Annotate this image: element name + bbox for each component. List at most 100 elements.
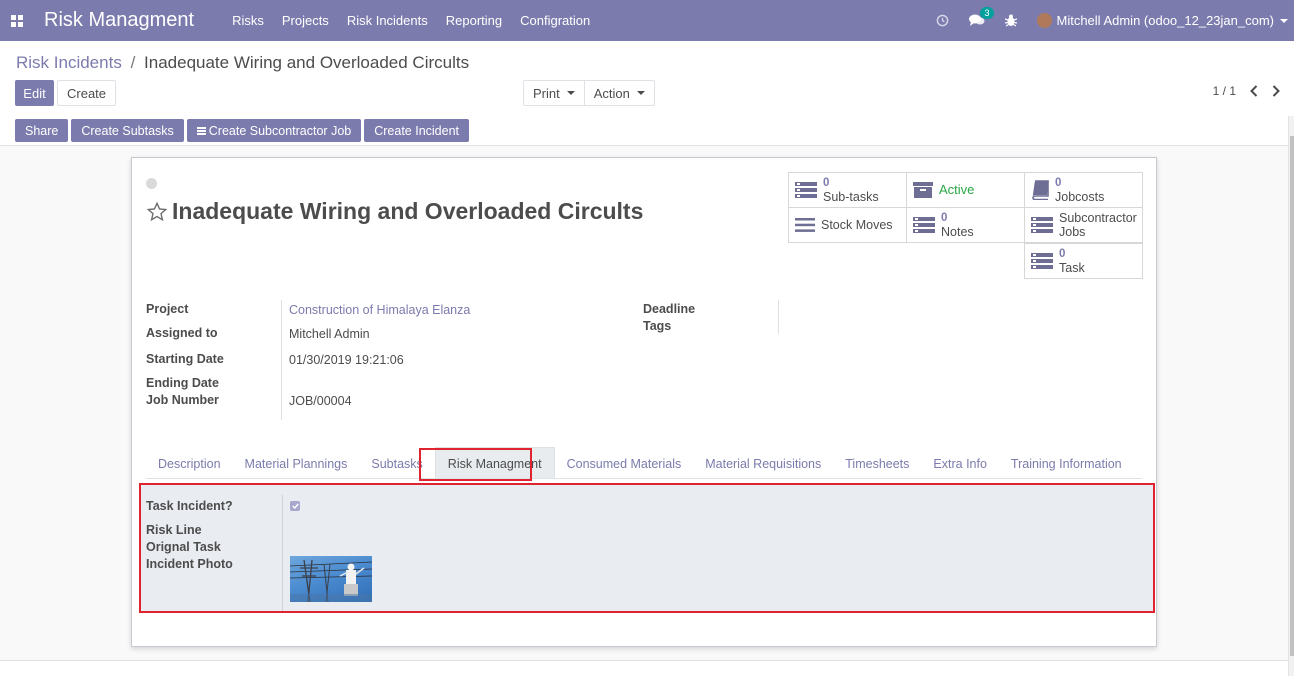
archive-icon (913, 182, 933, 198)
record-title-row: Inadequate Wiring and Overloaded Circult… (146, 198, 643, 225)
book-icon (1032, 180, 1049, 200)
task-icon (1031, 253, 1053, 269)
subcontractor-jobs-label-1: Subcontractor (1059, 211, 1137, 225)
list-icon (196, 126, 206, 135)
stock-moves-label: Stock Moves (821, 218, 893, 232)
pager-value[interactable]: 1 / 1 (1213, 84, 1236, 98)
menu-projects[interactable]: Projects (282, 13, 329, 28)
notebook-tabs: Description Material Plannings Subtasks … (146, 447, 1142, 479)
assigned-to-label: Assigned to (146, 326, 218, 340)
apps-menu-icon[interactable] (2, 0, 32, 41)
ending-date-label: Ending Date (146, 376, 219, 390)
subcontractor-jobs-smart-button[interactable]: Subcontractor Jobs (1024, 207, 1143, 243)
active-tab-highlight (419, 448, 532, 481)
sidebar-dropdowns: Print Action (523, 80, 655, 106)
menu-reporting[interactable]: Reporting (446, 13, 502, 28)
task-incident-checkbox[interactable] (290, 501, 300, 511)
tab-material-plannings[interactable]: Material Plannings (233, 447, 360, 478)
tab-extra-info[interactable]: Extra Info (921, 447, 999, 478)
pager-next-icon[interactable] (1272, 85, 1280, 97)
jobcosts-count: 0 (1055, 177, 1062, 189)
app-brand[interactable]: Risk Managment (44, 9, 194, 32)
assigned-to-value[interactable]: Mitchell Admin (289, 327, 370, 341)
tab-consumed-materials[interactable]: Consumed Materials (555, 447, 694, 478)
risk-managment-pane: Task Incident? Risk Line Orignal Task In… (139, 483, 1155, 613)
vertical-scrollbar[interactable] (1288, 116, 1294, 676)
job-number-value[interactable]: JOB/00004 (289, 394, 352, 408)
pane-divider (282, 495, 283, 611)
top-navbar: Risk Managment Risks Projects Risk Incid… (0, 0, 1294, 41)
form-header-bar: Share Create Subtasks Create Subcontract… (0, 116, 1294, 146)
action-label: Action (593, 85, 630, 101)
breadcrumb-current: Inadequate Wiring and Overloaded Circult… (144, 53, 470, 72)
create-subtasks-button[interactable]: Create Subtasks (71, 119, 184, 142)
incident-photo[interactable] (290, 556, 372, 602)
power-lines-photo-icon (290, 559, 372, 602)
print-caret-icon (566, 91, 575, 95)
tab-description[interactable]: Description (146, 447, 233, 478)
notes-count: 0 (941, 212, 948, 224)
create-button[interactable]: Create (57, 80, 117, 106)
notes-icon (913, 217, 935, 233)
project-value[interactable]: Construction of Himalaya Elanza (289, 303, 470, 317)
pager: 1 / 1 (1213, 84, 1280, 98)
user-menu[interactable]: Mitchell Admin (odoo_12_23jan_com) (1037, 13, 1294, 28)
breadcrumb-parent[interactable]: Risk Incidents (16, 53, 122, 72)
form-buttons: Edit Create (15, 80, 117, 106)
tab-timesheets[interactable]: Timesheets (833, 447, 921, 478)
project-label: Project (146, 302, 189, 316)
scrollbar-thumb[interactable] (1290, 136, 1294, 656)
messages-badge: 3 (980, 7, 994, 19)
form-sheet: Inadequate Wiring and Overloaded Circult… (131, 157, 1157, 647)
breadcrumb-separator: / (130, 53, 136, 72)
bars-icon (795, 218, 815, 232)
action-dropdown[interactable]: Action (584, 80, 655, 106)
tab-material-requisitions[interactable]: Material Requisitions (693, 447, 833, 478)
stock-moves-smart-button[interactable]: Stock Moves (788, 207, 907, 243)
menu-risks[interactable]: Risks (232, 13, 264, 28)
incident-photo-label: Incident Photo (146, 557, 233, 571)
task-incident-label: Task Incident? (146, 499, 233, 513)
subtasks-label: Sub-tasks (823, 190, 879, 204)
deadline-label: Deadline (643, 302, 696, 316)
kanban-state-icon[interactable] (146, 178, 157, 189)
starting-date-label: Starting Date (146, 352, 224, 366)
active-toggle-button[interactable]: Active (906, 172, 1025, 208)
task-label: Task (1059, 261, 1085, 275)
bottom-area (0, 660, 1288, 676)
job-number-label: Job Number (146, 393, 219, 407)
menu-risk-incidents[interactable]: Risk Incidents (347, 13, 428, 28)
debug-bug-icon[interactable] (1005, 14, 1018, 27)
create-subcontractor-job-button[interactable]: Create Subcontractor Job (186, 119, 362, 142)
record-title[interactable]: Inadequate Wiring and Overloaded Circult… (172, 198, 643, 225)
print-dropdown[interactable]: Print (523, 80, 585, 106)
task-count: 0 (1059, 248, 1066, 260)
priority-star-icon[interactable] (146, 201, 168, 223)
pager-previous-icon[interactable] (1250, 85, 1258, 97)
starting-date-value[interactable]: 01/30/2019 19:21:06 (289, 353, 404, 367)
subtasks-count: 0 (823, 177, 830, 189)
notes-smart-button[interactable]: 0 Notes (906, 207, 1025, 243)
subtasks-smart-button[interactable]: 0 Sub-tasks (788, 172, 907, 208)
create-incident-button[interactable]: Create Incident (364, 119, 470, 142)
user-caret-icon (1280, 18, 1288, 23)
print-label: Print (533, 85, 560, 101)
user-avatar (1037, 13, 1053, 28)
jobcosts-smart-button[interactable]: 0 Jobcosts (1024, 172, 1143, 208)
action-caret-icon (636, 91, 645, 95)
task-smart-button[interactable]: 0 Task (1024, 243, 1143, 279)
share-button[interactable]: Share (15, 119, 69, 142)
subtasks-icon (795, 182, 817, 198)
edit-button[interactable]: Edit (15, 80, 54, 106)
tags-label: Tags (643, 319, 672, 333)
subcontractor-jobs-label-2: Jobs (1059, 225, 1086, 239)
jobcosts-label: Jobcosts (1055, 190, 1105, 204)
messages-icon[interactable]: 3 (969, 7, 994, 27)
checkmark-icon (291, 503, 299, 509)
left-group-divider (281, 300, 282, 420)
activity-clock-icon[interactable] (936, 14, 949, 27)
tab-training-information[interactable]: Training Information (999, 447, 1134, 478)
user-name: Mitchell Admin (odoo_12_23jan_com) (1056, 13, 1274, 28)
risk-line-label: Risk Line (146, 523, 202, 537)
menu-configration[interactable]: Configration (520, 13, 590, 28)
